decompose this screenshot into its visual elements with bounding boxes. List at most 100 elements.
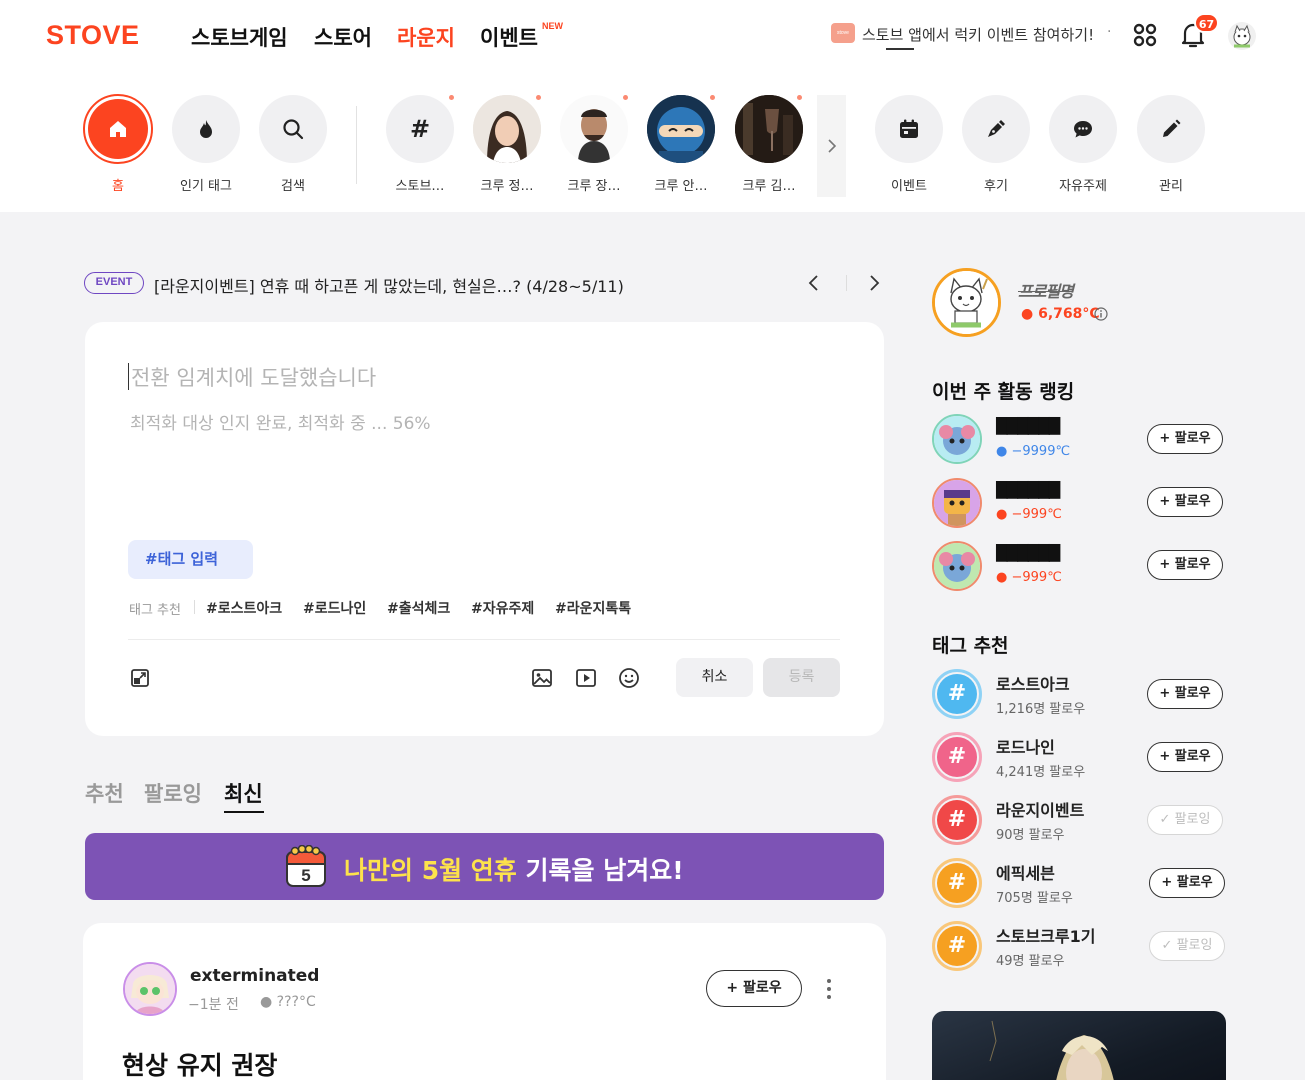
shortcut-event-label: 이벤트 — [891, 179, 927, 194]
nav-store[interactable]: 스토어 — [314, 22, 372, 52]
event-nav-divider — [846, 275, 847, 291]
rank-name[interactable]: ██████ — [996, 417, 1060, 435]
follow-button[interactable]: + 팔로우 — [1147, 424, 1223, 454]
rank-temperature-value: −999℃ — [1011, 507, 1062, 522]
tag-avatar[interactable]: # — [932, 858, 982, 908]
shortcut-manage-label: 관리 — [1159, 179, 1183, 194]
apps-icon[interactable] — [1132, 22, 1158, 48]
rank-avatar[interactable] — [932, 478, 982, 528]
new-dot — [797, 95, 802, 100]
profile-avatar[interactable] — [932, 268, 1001, 337]
tab-latest[interactable]: 최신 — [224, 778, 263, 808]
tag-chip[interactable]: #로드나인 — [303, 598, 366, 618]
tag-avatar[interactable]: # — [932, 921, 982, 971]
chevron-left-icon[interactable] — [806, 274, 822, 292]
tag-chip[interactable]: #라운지톡톡 — [555, 598, 631, 618]
shortcut-review-label: 후기 — [984, 179, 1008, 194]
follow-button[interactable]: + 팔로우 — [1147, 487, 1223, 517]
tag-input-button[interactable]: #태그 입력 — [128, 540, 253, 579]
profile-temperature: ● 6,768°C — [1021, 306, 1100, 322]
cancel-button[interactable]: 취소 — [676, 658, 753, 697]
drop-icon: ● — [996, 444, 1012, 459]
shortcut-search[interactable] — [259, 95, 327, 163]
rank-temperature-value: −999℃ — [1011, 570, 1062, 585]
composer-body-input[interactable]: 최적화 대상 인지 완료, 최적화 중 ... 56% — [130, 409, 431, 434]
nav-stove-game[interactable]: 스토브게임 — [191, 22, 288, 52]
tag-chip[interactable]: #출석체크 — [387, 598, 450, 618]
shortcut-home[interactable] — [88, 99, 148, 159]
crew-avatar-3[interactable] — [647, 95, 715, 163]
user-avatar[interactable] — [1228, 22, 1256, 50]
shortcut-event[interactable] — [875, 95, 943, 163]
rank-name[interactable]: ██████ — [996, 544, 1060, 562]
active-tab-underline — [224, 811, 264, 813]
shortcut-review[interactable] — [962, 95, 1030, 163]
tab-following[interactable]: 팔로잉 — [144, 778, 202, 808]
new-dot — [536, 95, 541, 100]
nav-event[interactable]: 이벤트 — [480, 22, 538, 52]
rank-avatar[interactable] — [932, 541, 982, 591]
composer-title-input[interactable]: 전환 임계치에 도달했습니다 — [131, 362, 376, 392]
shortcut-divider — [356, 106, 357, 184]
crew-avatar-1[interactable] — [473, 95, 541, 163]
chevron-right-icon[interactable] — [866, 274, 882, 292]
tag-name[interactable]: 로드나인 — [996, 734, 1055, 758]
shortcut-popular-tags-label: 인기 태그 — [180, 179, 232, 194]
post-follow-button[interactable]: + 팔로우 — [706, 970, 802, 1007]
following-button[interactable]: ✓ 팔로잉 — [1147, 805, 1223, 835]
tag-name[interactable]: 라운지이벤트 — [996, 797, 1084, 821]
ranking-title: 이번 주 활동 랭킹 — [932, 381, 1075, 403]
tag-chip[interactable]: #로스트아크 — [206, 598, 282, 618]
crew-avatar-4[interactable] — [735, 95, 803, 163]
stove-logo[interactable]: STOVE — [46, 20, 140, 51]
info-icon[interactable] — [1094, 307, 1108, 321]
new-badge: NEW — [542, 21, 563, 31]
crew-avatar-2[interactable] — [560, 95, 628, 163]
more-options-icon[interactable] — [824, 978, 834, 1000]
rank-name[interactable]: ██████ — [996, 481, 1060, 499]
promo-link[interactable]: 스토브 앱에서 럭키 이벤트 참여하기! — [862, 24, 1094, 45]
home-icon — [107, 118, 129, 140]
tag-name[interactable]: 로스트아크 — [996, 671, 1070, 695]
crew-scroll-next[interactable] — [817, 95, 846, 197]
calendar-day: 5 — [301, 866, 310, 885]
video-icon[interactable] — [575, 668, 597, 688]
tag-avatar[interactable]: # — [932, 669, 982, 719]
hash-icon: # — [937, 674, 977, 714]
follow-button[interactable]: + 팔로우 — [1149, 868, 1225, 898]
text-cursor — [128, 363, 129, 390]
tag-avatar[interactable]: # — [932, 732, 982, 782]
follow-button[interactable]: + 팔로우 — [1147, 742, 1223, 772]
event-badge: EVENT — [84, 272, 144, 294]
post-author-avatar[interactable] — [123, 962, 177, 1016]
event-headline[interactable]: [라운지이벤트] 연휴 때 하고픈 게 많았는데, 현실은…? (4/28~5/… — [154, 273, 624, 297]
tag-avatar[interactable]: # — [932, 795, 982, 845]
emoji-icon[interactable] — [618, 667, 640, 689]
rank-avatar[interactable] — [932, 414, 982, 464]
stove-app-icon: stove — [831, 23, 855, 43]
shortcut-manage[interactable] — [1137, 95, 1205, 163]
follow-button[interactable]: + 팔로우 — [1147, 550, 1223, 580]
shortcut-popular-tags[interactable] — [172, 95, 240, 163]
shortcut-free-topic[interactable] — [1049, 95, 1117, 163]
submit-button[interactable]: 등록 — [763, 658, 840, 697]
promo-underline — [886, 48, 914, 50]
tag-chip[interactable]: #자유주제 — [471, 598, 534, 618]
crew-label-4: 크루 김… — [742, 179, 796, 194]
crew-stove[interactable]: # — [386, 95, 454, 163]
post-author-name[interactable]: exterminated — [190, 966, 319, 986]
ad-card[interactable] — [932, 1011, 1226, 1080]
profile-name[interactable]: 프로필명 — [1018, 278, 1074, 302]
expand-icon[interactable] — [130, 668, 150, 688]
tab-recommended[interactable]: 추천 — [85, 778, 124, 808]
rank-temperature: ● −999℃ — [996, 570, 1062, 585]
image-icon[interactable] — [531, 668, 553, 688]
rank-temperature: ● −999℃ — [996, 507, 1062, 522]
nav-lounge[interactable]: 라운지 — [397, 22, 455, 52]
tag-name[interactable]: 스토브크루1기 — [996, 923, 1095, 947]
post-title[interactable]: 현상 유지 권장 — [122, 1046, 277, 1080]
post-temperature: ● ???°C — [260, 994, 316, 1010]
follow-button[interactable]: + 팔로우 — [1147, 679, 1223, 709]
tag-name[interactable]: 에픽세븐 — [996, 860, 1055, 884]
following-button[interactable]: ✓ 팔로잉 — [1149, 931, 1225, 961]
